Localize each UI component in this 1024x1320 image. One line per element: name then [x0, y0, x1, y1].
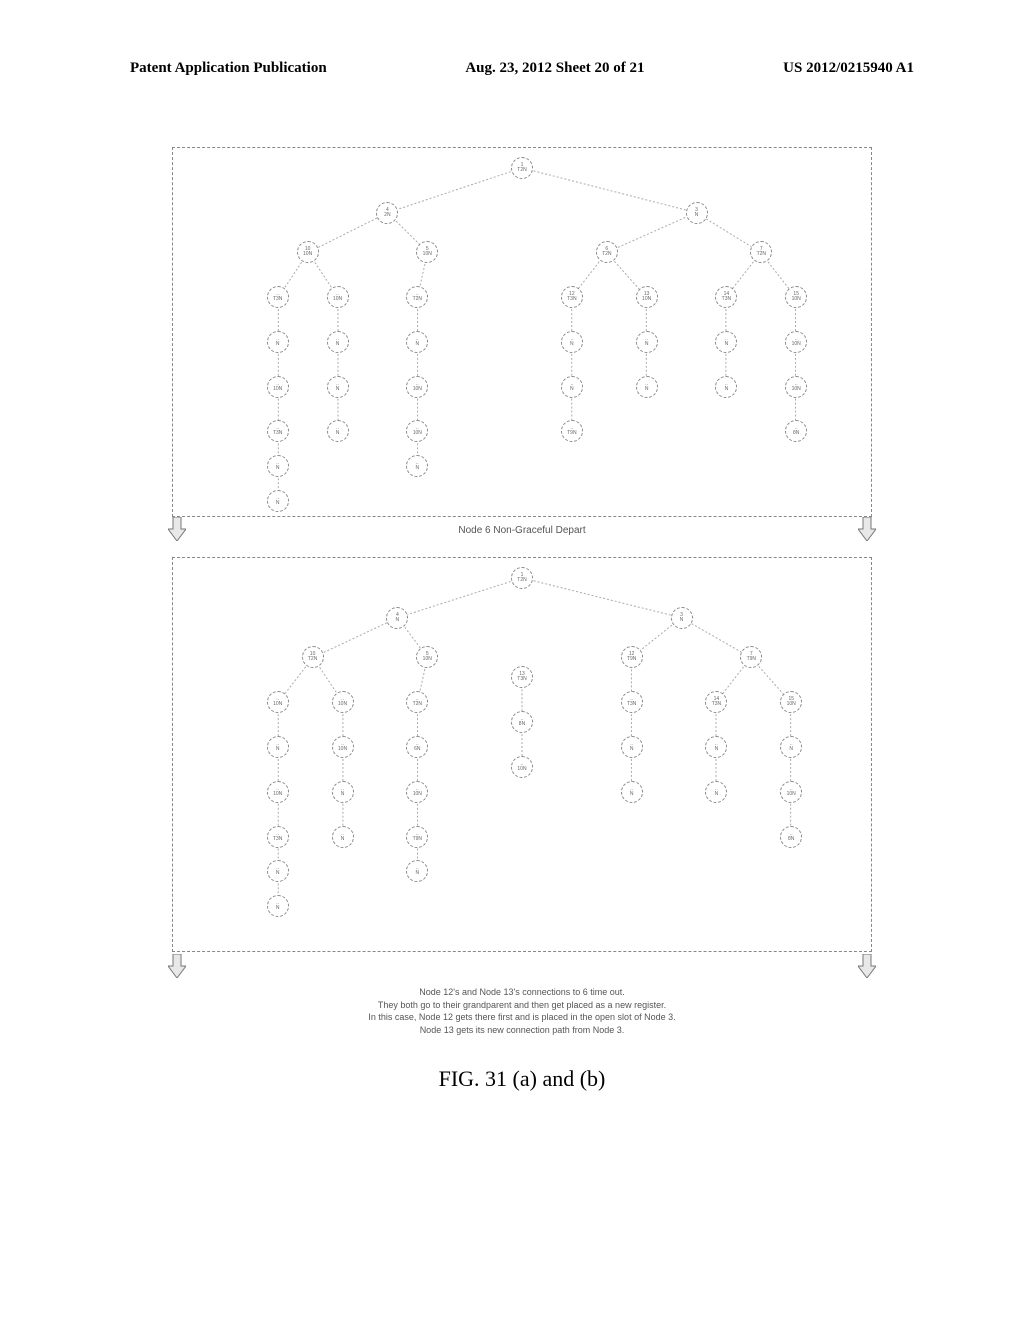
tree-node: .. 10N	[327, 286, 349, 308]
tree-node: 6 T2N	[596, 241, 618, 263]
tree-node: 1 T2N	[511, 157, 533, 179]
tree-node: .. N	[621, 736, 643, 758]
tree-node: 12 T3N	[561, 286, 583, 308]
tree-node: .. T3N	[267, 420, 289, 442]
tree-node: .. T3N	[267, 286, 289, 308]
tree-node: .. N	[406, 331, 428, 353]
tree-node: .. N	[705, 781, 727, 803]
tree-node: .. 8N	[785, 420, 807, 442]
figure-panel-b: 1 T2N 4 N 3 N 10 T2N 5 10N 12 T9N 7 T9N 13 T3N.…	[172, 557, 872, 952]
tree-node: .. 10N	[406, 781, 428, 803]
tree-node: .. N	[267, 736, 289, 758]
tree-node: .. T2N	[406, 286, 428, 308]
tree-node: .. 10N	[267, 376, 289, 398]
tree-node: .. N	[267, 455, 289, 477]
figure-panel-a: 1 T2N 4 2N 3 N 10 10N 5 10N 6 T2N 7 T2N .. T3N.…	[172, 147, 872, 517]
tree-node: .. N	[636, 331, 658, 353]
caption-line: In this case, Node 12 gets there first a…	[172, 1011, 872, 1024]
tree-node: .. 10N	[785, 376, 807, 398]
tree-node: 12 T9N	[621, 646, 643, 668]
tree-node: .. N	[621, 781, 643, 803]
tree-node: .. 10N	[332, 736, 354, 758]
tree-node: 14 T3N	[715, 286, 737, 308]
tree-node: .. N	[327, 420, 349, 442]
tree-node: 15 10N	[785, 286, 807, 308]
tree-node: .. 8N	[780, 826, 802, 848]
tree-node: .. N	[561, 331, 583, 353]
tree-node: 13 10N	[636, 286, 658, 308]
caption-between-ab: Node 6 Non-Graceful Depart	[458, 525, 585, 536]
tree-node: .. N	[267, 860, 289, 882]
tree-node: .. N	[267, 331, 289, 353]
tree-node: .. 10N	[267, 691, 289, 713]
tree-node: .. N	[406, 455, 428, 477]
tree-node: .. N	[705, 736, 727, 758]
tree-node: .. N	[327, 376, 349, 398]
header-right: US 2012/0215940 A1	[783, 60, 914, 77]
transition-bc	[172, 952, 872, 980]
tree-node: .. T3N	[621, 691, 643, 713]
tree-node: .. T9N	[561, 420, 583, 442]
tree-node: .. 10N	[406, 376, 428, 398]
tree-node: 4 2N	[376, 202, 398, 224]
tree-node: .. N	[780, 736, 802, 758]
tree-node: 10 T2N	[302, 646, 324, 668]
header-left: Patent Application Publication	[130, 60, 327, 77]
caption-line: Node 12's and Node 13's connections to 6…	[172, 986, 872, 999]
tree-node: .. T3N	[267, 826, 289, 848]
tree-node: .. N	[715, 331, 737, 353]
tree-node: .. N	[636, 376, 658, 398]
tree-node: 4 N	[386, 607, 408, 629]
tree-node: 10 10N	[297, 241, 319, 263]
tree-node: 1 T2N	[511, 567, 533, 589]
caption-bottom: Node 12's and Node 13's connections to 6…	[172, 986, 872, 1036]
tree-node: .. 10N	[785, 331, 807, 353]
tree-node: .. 6N	[406, 736, 428, 758]
transition-ab: Node 6 Non-Graceful Depart	[172, 517, 872, 557]
down-arrow-icon	[168, 954, 186, 978]
tree-node: 7 T2N	[750, 241, 772, 263]
tree-node: 14 T3N	[705, 691, 727, 713]
tree-node: .. 10N	[332, 691, 354, 713]
tree-node: .. T9N	[406, 826, 428, 848]
down-arrow-icon	[168, 517, 186, 541]
tree-node: 5 10N	[416, 646, 438, 668]
down-arrow-icon	[858, 954, 876, 978]
tree-node: 3 N	[671, 607, 693, 629]
tree-node: .. 8N	[511, 711, 533, 733]
tree-node: .. 10N	[511, 756, 533, 778]
tree-node: .. N	[327, 331, 349, 353]
tree-node: .. N	[267, 490, 289, 512]
caption-line: Node 13 gets its new connection path fro…	[172, 1024, 872, 1037]
tree-node: .. N	[332, 826, 354, 848]
tree-node: .. T2N	[406, 691, 428, 713]
down-arrow-icon	[858, 517, 876, 541]
figure-label: FIG. 31 (a) and (b)	[172, 1066, 872, 1092]
tree-node: .. N	[561, 376, 583, 398]
tree-node: 3 N	[686, 202, 708, 224]
tree-node: .. N	[715, 376, 737, 398]
header-center: Aug. 23, 2012 Sheet 20 of 21	[465, 60, 644, 77]
page-header: Patent Application Publication Aug. 23, …	[130, 60, 914, 77]
tree-node: .. N	[406, 860, 428, 882]
tree-node: .. 10N	[780, 781, 802, 803]
tree-node: .. N	[267, 895, 289, 917]
tree-node: 7 T9N	[740, 646, 762, 668]
tree-node: .. 10N	[406, 420, 428, 442]
tree-node: 5 10N	[416, 241, 438, 263]
tree-node: 15 10N	[780, 691, 802, 713]
tree-node: 13 T3N	[511, 666, 533, 688]
caption-line: They both go to their grandparent and th…	[172, 999, 872, 1012]
tree-node: .. 10N	[267, 781, 289, 803]
tree-node: .. N	[332, 781, 354, 803]
